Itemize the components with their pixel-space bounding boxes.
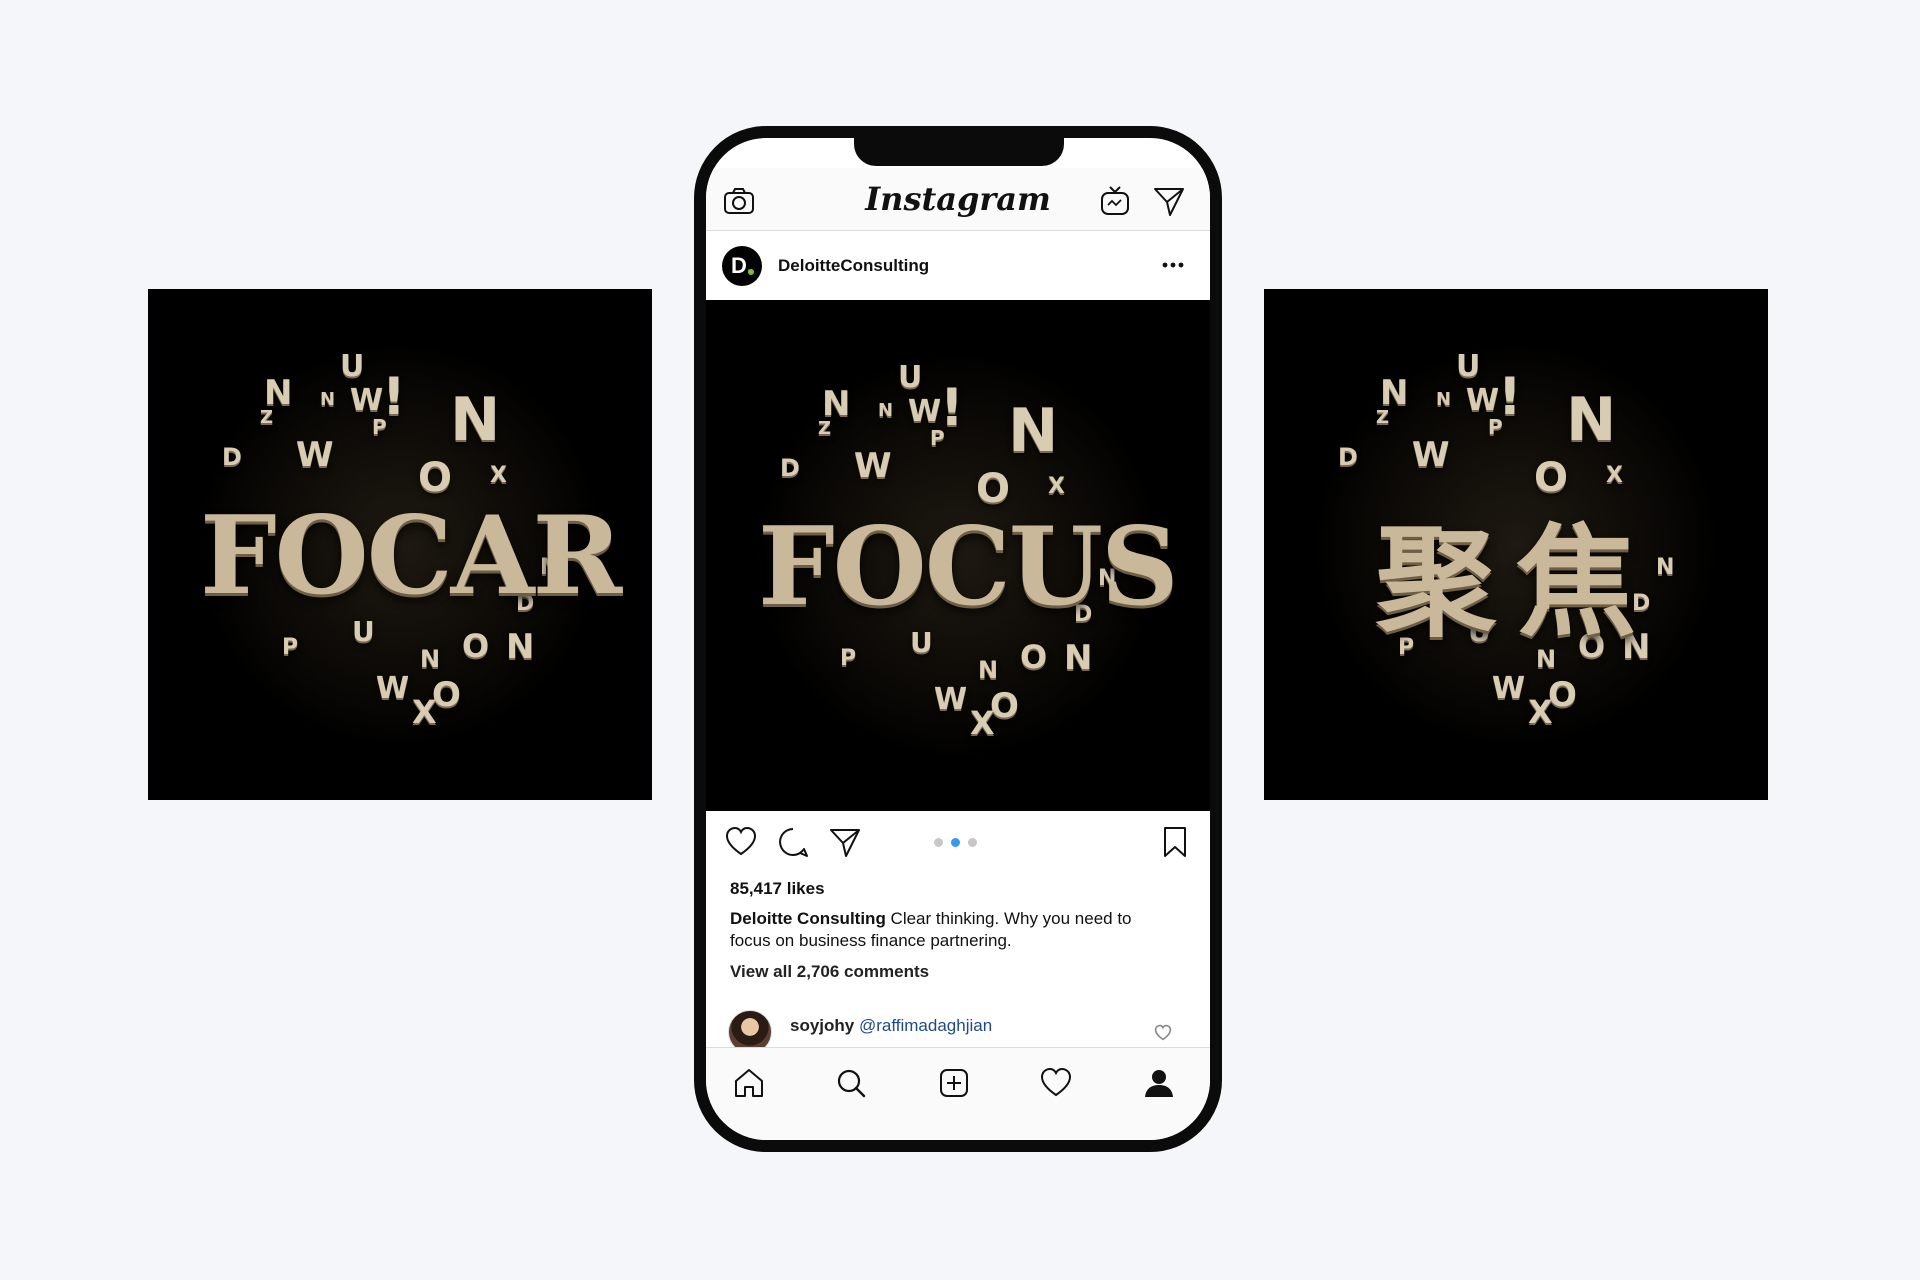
- floating-letter: N: [506, 626, 535, 667]
- floating-letter: N: [1064, 637, 1093, 678]
- panel-headline-word: FOCAR: [200, 492, 622, 619]
- more-options-icon[interactable]: [1158, 253, 1188, 277]
- floating-letter: N: [878, 399, 894, 421]
- commenter-username[interactable]: soyjohy: [790, 1016, 854, 1035]
- new-post-icon[interactable]: [937, 1066, 971, 1100]
- carousel-dot: [968, 838, 977, 847]
- igtv-icon[interactable]: [1098, 184, 1132, 218]
- post-caption: Deloitte Consulting Clear thinking. Why …: [730, 908, 1170, 952]
- bottom-tab-bar: [706, 1047, 1210, 1140]
- floating-letter: N: [420, 644, 441, 673]
- floating-letter: N: [1566, 384, 1617, 455]
- floating-letter: O: [1020, 637, 1048, 676]
- floating-letter: P: [282, 634, 299, 660]
- floating-letter: U: [340, 348, 365, 384]
- floating-letter: X: [970, 703, 995, 742]
- direct-message-icon[interactable]: [1152, 184, 1186, 218]
- letter-cluster-art: N U N W ! P N Z D W O X U P O N N D W O: [758, 355, 1179, 756]
- post-actions-bar: [706, 811, 1210, 869]
- floating-letter: X: [1048, 473, 1065, 499]
- panel-headline-word: FOCUS: [758, 503, 1179, 630]
- floating-letter: X: [412, 692, 437, 731]
- floating-letter: W: [1412, 434, 1450, 475]
- letter-cluster-art: N U N W ! P N Z D W O X U P O N N D W O …: [200, 344, 622, 745]
- floating-letter: W: [350, 382, 384, 418]
- home-icon[interactable]: [732, 1066, 766, 1100]
- floating-letter: N: [1436, 388, 1452, 410]
- bookmark-icon[interactable]: [1158, 825, 1192, 859]
- instagram-header: Instagram: [706, 168, 1210, 231]
- floating-letter: W: [854, 445, 892, 486]
- instagram-logo: Instagram: [865, 180, 1051, 218]
- search-icon[interactable]: [834, 1066, 868, 1100]
- carousel-indicator: [934, 838, 977, 847]
- profile-icon[interactable]: [1142, 1066, 1176, 1100]
- right-artwork-panel: N U N W ! P N Z D W O X U P O N N D W O …: [1264, 289, 1768, 800]
- floating-letter: P: [1488, 414, 1503, 439]
- floating-letter: X: [490, 462, 507, 488]
- floating-letter: N: [1008, 395, 1059, 466]
- phone-mockup: Instagram D. DeloitteConsulting N U N W …: [694, 126, 1222, 1152]
- floating-letter: Z: [1376, 406, 1390, 428]
- brand-dot: [748, 269, 754, 275]
- floating-letter: W: [934, 681, 968, 717]
- view-all-comments-link[interactable]: View all 2,706 comments: [730, 962, 929, 982]
- floating-letter: W: [1466, 382, 1500, 418]
- floating-letter: U: [898, 359, 923, 395]
- floating-letter: D: [222, 442, 242, 471]
- floating-letter: P: [372, 414, 387, 439]
- floating-letter: N: [978, 655, 999, 684]
- share-icon[interactable]: [828, 825, 862, 859]
- floating-letter: W: [296, 434, 334, 475]
- floating-letter: N: [450, 384, 501, 455]
- floating-letter: N: [320, 388, 336, 410]
- phone-notch: [854, 138, 1064, 166]
- floating-letter: W: [1492, 670, 1526, 706]
- page: N U N W ! P N Z D W O X U P O N N D W O …: [0, 0, 1920, 1280]
- carousel-dot: [934, 838, 943, 847]
- account-name[interactable]: DeloitteConsulting: [778, 256, 929, 276]
- like-heart-icon[interactable]: [724, 825, 758, 859]
- carousel-dot-active: [951, 838, 960, 847]
- post-header: D. DeloitteConsulting: [706, 231, 1210, 300]
- likes-count[interactable]: 85,417 likes: [730, 879, 825, 899]
- caption-username[interactable]: Deloitte Consulting: [730, 909, 886, 928]
- floating-letter: D: [780, 453, 800, 482]
- panel-headline-word: 聚焦: [1376, 513, 1656, 653]
- letter-cluster-art: N U N W ! P N Z D W O X U P O N N D W O …: [1316, 344, 1716, 745]
- floating-letter: O: [462, 626, 490, 665]
- floating-letter: Z: [260, 406, 274, 428]
- comment-icon[interactable]: [776, 825, 810, 859]
- floating-letter: P: [930, 425, 945, 450]
- comment-like-heart-icon[interactable]: [1154, 1024, 1172, 1042]
- left-artwork-panel: N U N W ! P N Z D W O X U P O N N D W O …: [148, 289, 652, 800]
- account-avatar[interactable]: D.: [722, 246, 762, 286]
- comment-mention[interactable]: @raffimadaghjian: [859, 1016, 992, 1035]
- activity-heart-icon[interactable]: [1039, 1066, 1073, 1100]
- floating-letter: U: [1456, 348, 1481, 384]
- floating-letter: Z: [818, 417, 832, 439]
- floating-letter: W: [908, 393, 942, 429]
- post-image[interactable]: N U N W ! P N Z D W O X U P O N N D W O: [706, 300, 1210, 811]
- floating-letter: U: [352, 614, 375, 648]
- floating-letter: W: [376, 670, 410, 706]
- floating-letter: P: [840, 645, 857, 671]
- floating-letter: X: [1528, 692, 1553, 731]
- floating-letter: D: [1338, 442, 1358, 471]
- comment-text: soyjohy @raffimadaghjian: [790, 1016, 992, 1036]
- floating-letter: U: [910, 625, 933, 659]
